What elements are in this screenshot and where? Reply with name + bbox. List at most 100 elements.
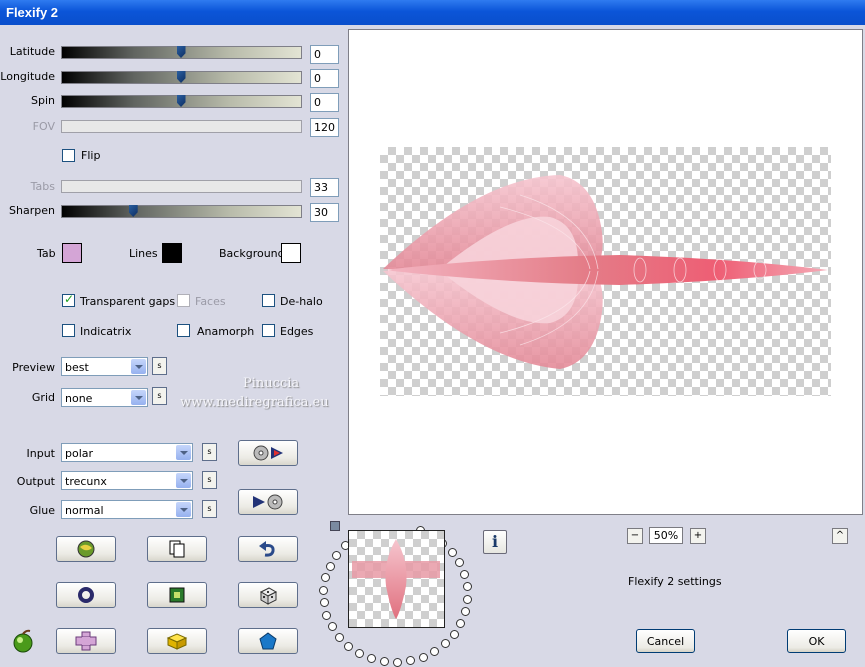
navigator-dot[interactable] bbox=[327, 622, 337, 632]
lines-color-swatch[interactable] bbox=[162, 243, 182, 263]
latitude-slider-thumb[interactable] bbox=[176, 46, 186, 58]
background-color-swatch[interactable] bbox=[281, 243, 301, 263]
longitude-slider-thumb[interactable] bbox=[176, 71, 186, 83]
navigator-dot[interactable] bbox=[449, 629, 459, 639]
grid-select[interactable]: none bbox=[61, 388, 148, 407]
spin-slider-thumb[interactable] bbox=[176, 95, 186, 107]
output-s-button[interactable]: s bbox=[202, 471, 217, 489]
thumbnail-shape bbox=[352, 539, 440, 619]
zoom-in-button[interactable]: + bbox=[690, 528, 706, 544]
navigator-dot[interactable] bbox=[392, 657, 402, 667]
navigator-dot[interactable] bbox=[354, 648, 364, 658]
yellow-cube-icon bbox=[166, 633, 188, 650]
navigator-dot[interactable] bbox=[334, 632, 344, 642]
latitude-input[interactable]: 0 bbox=[310, 45, 339, 64]
navigator-dot[interactable] bbox=[459, 569, 469, 579]
preview-pane[interactable] bbox=[348, 29, 863, 515]
collapse-button[interactable]: ^ bbox=[832, 528, 848, 544]
tabs-input[interactable]: 33 bbox=[310, 178, 339, 197]
preview-quality-value: best bbox=[65, 361, 89, 374]
tab-color-swatch[interactable] bbox=[62, 243, 82, 263]
anamorph-checkbox[interactable] bbox=[177, 324, 190, 337]
preview-s-button[interactable]: s bbox=[152, 357, 167, 375]
navigator-dot[interactable] bbox=[406, 656, 416, 666]
random-dice-button[interactable] bbox=[238, 582, 298, 608]
input-projection-select[interactable]: polar bbox=[61, 443, 193, 462]
preview-quality-select[interactable]: best bbox=[61, 357, 148, 376]
info-button[interactable]: i bbox=[483, 530, 507, 554]
ring-button[interactable] bbox=[56, 582, 116, 608]
fov-input[interactable]: 120 bbox=[310, 118, 339, 137]
navigator-dot[interactable] bbox=[321, 573, 331, 583]
navigator-dot[interactable] bbox=[344, 641, 354, 651]
sharpen-slider-thumb[interactable] bbox=[128, 205, 138, 217]
sharpen-input[interactable]: 30 bbox=[310, 203, 339, 222]
randomize-globe-button[interactable] bbox=[56, 536, 116, 562]
navigator-dot[interactable] bbox=[325, 561, 335, 571]
navigator-dot[interactable] bbox=[319, 585, 329, 595]
latitude-label: Latitude bbox=[9, 45, 55, 58]
globe-icon bbox=[77, 540, 95, 558]
glue-value: normal bbox=[65, 504, 104, 517]
navigator-dot[interactable] bbox=[430, 646, 440, 656]
chevron-down-icon[interactable] bbox=[176, 445, 191, 460]
preview-quality-label: Preview bbox=[12, 361, 55, 374]
grid-label: Grid bbox=[31, 391, 55, 404]
chevron-down-icon[interactable] bbox=[176, 473, 191, 488]
lines-color-label: Lines bbox=[129, 247, 158, 260]
copy-pages-icon bbox=[169, 540, 185, 558]
navigator-dot[interactable] bbox=[418, 652, 428, 662]
navigator-dot[interactable] bbox=[322, 610, 332, 620]
edges-checkbox[interactable] bbox=[262, 324, 275, 337]
input-s-button[interactable]: s bbox=[202, 443, 217, 461]
square-frame-button[interactable] bbox=[147, 582, 207, 608]
navigator-dot[interactable] bbox=[447, 547, 457, 557]
play-to-disc-icon bbox=[253, 494, 283, 510]
preview-flexified-shape bbox=[383, 175, 828, 369]
pentagon-button[interactable] bbox=[238, 628, 298, 654]
transparent-gaps-checkbox[interactable] bbox=[62, 292, 75, 307]
convert-forward-button[interactable] bbox=[238, 440, 298, 466]
navigator-dot[interactable] bbox=[332, 550, 342, 560]
navigator-thumbnail[interactable] bbox=[348, 530, 445, 628]
chevron-down-icon[interactable] bbox=[176, 502, 191, 517]
navigator-dot[interactable] bbox=[440, 639, 450, 649]
latitude-slider[interactable] bbox=[61, 46, 302, 59]
indicatrix-checkbox[interactable] bbox=[62, 324, 75, 337]
cross-button[interactable] bbox=[56, 628, 116, 654]
de-halo-label: De-halo bbox=[280, 295, 323, 308]
navigator-dot[interactable] bbox=[366, 654, 376, 664]
glue-select[interactable]: normal bbox=[61, 500, 193, 519]
flip-checkbox[interactable] bbox=[62, 149, 75, 162]
preview-canvas[interactable] bbox=[380, 147, 831, 396]
chevron-down-icon[interactable] bbox=[131, 390, 146, 405]
longitude-slider[interactable] bbox=[61, 71, 302, 84]
ring-icon bbox=[78, 587, 94, 603]
longitude-input[interactable]: 0 bbox=[310, 69, 339, 88]
undo-button[interactable] bbox=[238, 536, 298, 562]
navigator-dot[interactable] bbox=[462, 582, 472, 592]
spin-input[interactable]: 0 bbox=[310, 93, 339, 112]
faces-checkbox bbox=[177, 294, 190, 307]
navigator-dot[interactable] bbox=[379, 657, 389, 667]
navigator-dot[interactable] bbox=[319, 598, 329, 608]
de-halo-checkbox[interactable] bbox=[262, 294, 275, 307]
convert-backward-button[interactable] bbox=[238, 489, 298, 515]
cancel-button[interactable]: Cancel bbox=[636, 629, 695, 653]
grid-s-button[interactable]: s bbox=[152, 387, 167, 405]
navigator-dot[interactable] bbox=[456, 618, 466, 628]
spin-slider[interactable] bbox=[61, 95, 302, 108]
copy-button[interactable] bbox=[147, 536, 207, 562]
zoom-out-button[interactable]: − bbox=[627, 528, 643, 544]
navigator-dot[interactable] bbox=[462, 594, 472, 604]
glue-s-button[interactable]: s bbox=[202, 500, 217, 518]
chevron-down-icon[interactable] bbox=[131, 359, 146, 374]
apple-logo-icon bbox=[10, 629, 36, 656]
dice-icon bbox=[259, 587, 278, 605]
cube-button[interactable] bbox=[147, 628, 207, 654]
navigator-dot[interactable] bbox=[460, 607, 470, 617]
navigator-dot[interactable] bbox=[454, 558, 464, 568]
output-projection-select[interactable]: trecunx bbox=[61, 471, 193, 490]
ok-button[interactable]: OK bbox=[787, 629, 846, 653]
sharpen-slider[interactable] bbox=[61, 205, 302, 218]
